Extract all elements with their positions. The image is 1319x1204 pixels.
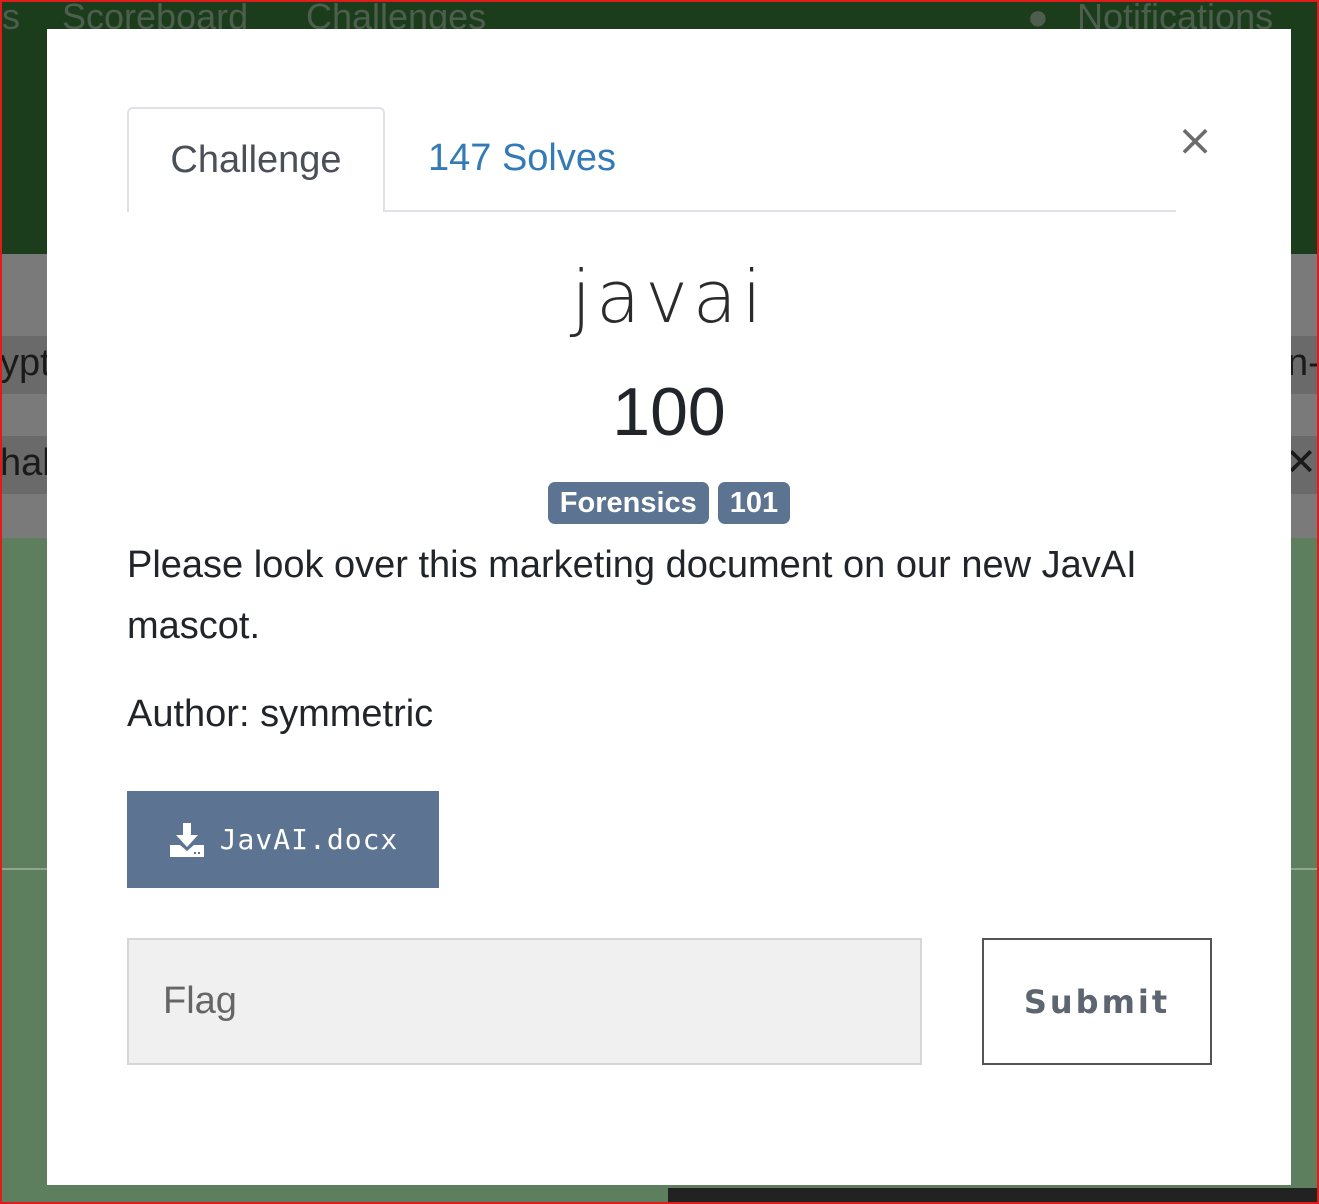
nav-item-partial: s — [2, 0, 20, 37]
modal-tabs: Challenge 147 Solves — [127, 107, 1176, 212]
file-name: JavAI.docx — [219, 823, 399, 856]
tab-solves[interactable]: 147 Solves — [385, 107, 659, 210]
screen-frame: s Scoreboard Challenges ● Notifications … — [0, 0, 1319, 1204]
file-download-button[interactable]: JavAI.docx — [127, 791, 439, 888]
background-category-left: ypt — [0, 342, 51, 384]
background-alert-text: hal — [0, 442, 51, 484]
challenge-tags: Forensics 101 — [47, 482, 1291, 524]
submit-button[interactable]: Submit — [982, 938, 1212, 1065]
challenge-author: Author: symmetric — [127, 693, 434, 735]
flag-input[interactable] — [127, 938, 922, 1065]
challenge-title: javai — [571, 255, 767, 339]
background-category-right: n-S — [1287, 342, 1317, 384]
tab-challenge[interactable]: Challenge — [127, 107, 385, 212]
tag-101: 101 — [717, 482, 791, 524]
challenge-description: Please look over this marketing document… — [127, 544, 1137, 647]
download-icon — [169, 822, 204, 857]
challenge-points: 100 — [612, 374, 726, 450]
close-icon[interactable]: × — [1175, 117, 1215, 165]
background-footer-strip — [668, 1188, 1317, 1202]
challenge-modal: Challenge 147 Solves × javai 100 Forensi… — [47, 29, 1291, 1185]
tag-forensics: Forensics — [547, 482, 709, 524]
